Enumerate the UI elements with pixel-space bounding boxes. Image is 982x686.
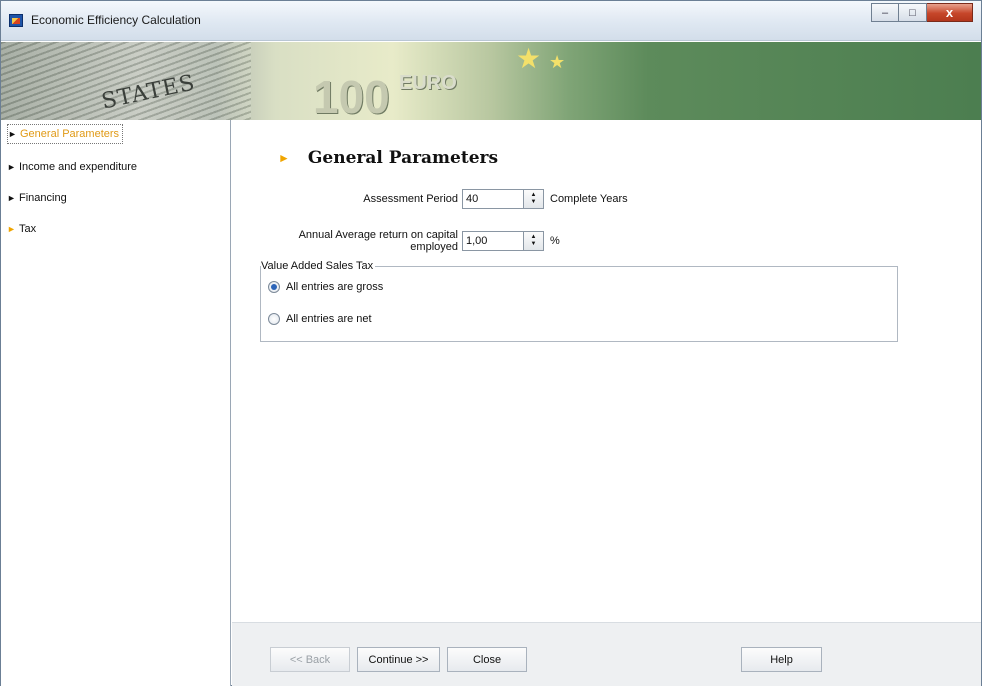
window-controls: – □ x — [871, 3, 973, 22]
minimize-button[interactable]: – — [871, 3, 899, 22]
play-arrow-icon: ► — [7, 224, 16, 234]
annual-return-label-line: Annual Average return on capital — [298, 229, 458, 241]
radio-label: All entries are gross — [286, 281, 384, 293]
spinner-down-icon[interactable]: ▼ — [531, 241, 537, 248]
sidebar-item-label: Tax — [19, 223, 37, 235]
play-arrow-icon: ► — [7, 162, 16, 172]
sidebar-item-income-and-expenditure[interactable]: ► Income and expenditure — [7, 157, 137, 177]
navigation-sidebar: ► General Parameters ► Income and expend… — [1, 120, 231, 686]
annual-return-unit: % — [550, 235, 560, 247]
annual-return-label: Annual Average return on capital employe… — [252, 229, 458, 253]
sidebar-item-financing[interactable]: ► Financing — [7, 188, 67, 208]
back-button[interactable]: << Back — [270, 647, 350, 672]
app-logo-icon — [9, 14, 23, 27]
page-title-text: General Parameters — [307, 148, 499, 168]
play-arrow-icon: ► — [8, 129, 17, 139]
main-content: ► General Parameters Assessment Period 4… — [232, 120, 981, 622]
close-button[interactable]: Close — [447, 647, 527, 672]
close-window-button[interactable]: x — [927, 3, 973, 22]
assessment-period-label: Assessment Period — [363, 193, 458, 205]
footer-button-bar: << Back Continue >> Close Help — [232, 622, 981, 686]
radio-button-checked[interactable] — [268, 281, 280, 293]
continue-button[interactable]: Continue >> — [357, 647, 440, 672]
sidebar-item-label: General Parameters — [20, 128, 120, 140]
euro-word-text: EURO — [399, 72, 457, 94]
vat-groupbox: Value Added Sales Tax All entries are gr… — [260, 260, 898, 342]
spinner-up-icon[interactable]: ▲ — [531, 234, 537, 241]
vat-groupbox-title: Value Added Sales Tax — [261, 260, 376, 272]
radio-gross-option[interactable]: All entries are gross — [268, 281, 383, 293]
section-marker-icon: ► — [278, 151, 290, 165]
annual-return-label-line: employed — [410, 241, 458, 253]
radio-net-option[interactable]: All entries are net — [268, 313, 372, 325]
help-button[interactable]: Help — [741, 647, 822, 672]
radio-label: All entries are net — [286, 313, 372, 325]
page-title: ► General Parameters — [278, 148, 498, 168]
sidebar-item-label: Financing — [19, 192, 67, 204]
maximize-button[interactable]: □ — [899, 3, 927, 22]
assessment-period-unit: Complete Years — [550, 193, 628, 205]
spinner-buttons[interactable]: ▲ ▼ — [524, 231, 544, 251]
euro-amount-text: 100 — [313, 71, 390, 120]
spinner-up-icon[interactable]: ▲ — [531, 192, 537, 199]
sidebar-item-general-parameters[interactable]: ► General Parameters — [7, 124, 124, 144]
window-title: Economic Efficiency Calculation — [31, 13, 201, 27]
sidebar-item-label: Income and expenditure — [19, 161, 138, 173]
assessment-period-stepper: 40 ▲ ▼ — [462, 189, 544, 209]
spinner-down-icon[interactable]: ▼ — [531, 199, 537, 206]
currency-banner-image: STATES ★ ★ 100 EURO — [1, 42, 981, 120]
annual-return-stepper: 1,00 ▲ ▼ — [462, 231, 544, 251]
play-arrow-icon: ► — [7, 193, 16, 203]
radio-button[interactable] — [268, 313, 280, 325]
title-bar[interactable]: Economic Efficiency Calculation – □ x — [1, 1, 981, 41]
app-window: Economic Efficiency Calculation – □ x ST… — [0, 0, 982, 686]
sidebar-item-tax[interactable]: ► Tax — [7, 219, 36, 239]
assessment-period-input[interactable]: 40 — [462, 189, 524, 209]
spinner-buttons[interactable]: ▲ ▼ — [524, 189, 544, 209]
annual-return-input[interactable]: 1,00 — [462, 231, 524, 251]
